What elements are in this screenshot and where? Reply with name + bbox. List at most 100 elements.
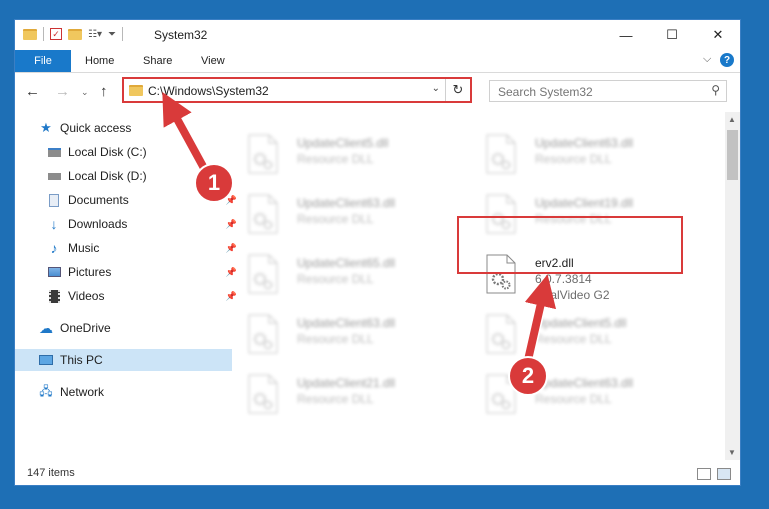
address-dropdown-icon[interactable]: ⌄ [432, 83, 440, 94]
minimize-button[interactable]: — [603, 22, 649, 48]
dll-file-icon [485, 314, 517, 354]
folder-icon [129, 85, 143, 96]
star-icon: ★ [40, 120, 52, 135]
dll-file-icon [247, 194, 279, 234]
scroll-thumb[interactable] [727, 130, 738, 180]
drive-icon [47, 169, 61, 183]
ribbon: File Home Share View ⌵ ? [15, 50, 740, 73]
file-description: Resource DLL [535, 152, 612, 166]
dll-file-icon [247, 314, 279, 354]
expand-ribbon-icon[interactable]: ⌵ [703, 53, 711, 66]
file-name: UpdateClient63.dll [535, 376, 634, 390]
sidebar-item-network[interactable]: 🖧 Network [15, 381, 232, 403]
file-name: UpdateClient5.dll [535, 316, 627, 330]
file-description: Resource DLL [535, 332, 612, 346]
documents-icon [47, 193, 61, 207]
help-icon[interactable]: ? [720, 53, 734, 67]
computer-icon [39, 353, 53, 367]
pictures-icon [47, 265, 61, 279]
scroll-down-icon[interactable]: ▼ [728, 448, 736, 457]
sidebar-item-label: This PC [60, 353, 103, 367]
sidebar-item-label: Music [68, 241, 100, 255]
sidebar-item-local-disk-c[interactable]: Local Disk (C:) [15, 141, 240, 163]
search-icon[interactable]: ⚲ [711, 83, 720, 97]
file-name: UpdateClient63.dll [535, 136, 634, 150]
file-highlight-box [457, 216, 683, 274]
sidebar-item-downloads[interactable]: ↓ Downloads 📌 [15, 213, 240, 235]
videos-icon [47, 289, 61, 303]
properties-icon[interactable]: ✓ [50, 28, 62, 40]
close-button[interactable]: ✕ [695, 22, 741, 48]
file-name: UpdateClient5.dll [297, 136, 389, 150]
vertical-scrollbar[interactable]: ▲ ▼ [725, 112, 740, 460]
new-folder-icon[interactable] [68, 28, 82, 40]
dll-file-icon [247, 254, 279, 294]
file-name: UpdateClient65.dll [297, 256, 396, 270]
file-description: Resource DLL [535, 392, 612, 406]
sidebar-item-this-pc[interactable]: This PC [15, 349, 232, 371]
up-button[interactable]: ↑ [100, 83, 108, 100]
item-count: 147 items [27, 467, 75, 479]
details-view-icon[interactable] [697, 468, 711, 480]
sidebar-item-label: Pictures [68, 265, 112, 279]
address-bar[interactable]: C:\Windows\System32 ⌄ ↻ [122, 77, 472, 103]
file-company: RealVideo G2 [535, 288, 610, 302]
recent-locations-icon[interactable]: ⌄ [81, 87, 89, 98]
annotation-marker-2: 2 [508, 356, 548, 396]
file-item[interactable]: UpdateClient63.dll Resource DLL [237, 308, 457, 358]
tab-share[interactable]: Share [143, 50, 172, 72]
sidebar-item-quick-access[interactable]: ★ Quick access [15, 117, 232, 139]
drive-icon [47, 145, 61, 159]
sidebar-item-label: OneDrive [60, 321, 111, 335]
refresh-button[interactable]: ↻ [445, 79, 470, 101]
maximize-button[interactable]: ☐ [649, 22, 695, 48]
file-item[interactable]: UpdateClient5.dll Resource DLL [237, 128, 457, 178]
file-list: UpdateClient5.dll Resource DLL UpdateClien… [223, 112, 725, 460]
file-name: UpdateClient19.dll [535, 196, 634, 210]
tab-file[interactable]: File [15, 50, 71, 72]
file-description: Resource DLL [297, 332, 374, 346]
cloud-icon: ☁ [39, 319, 53, 336]
folder-icon [23, 28, 37, 40]
sidebar-item-label: Quick access [60, 121, 132, 135]
sidebar-item-onedrive[interactable]: ☁ OneDrive [15, 317, 232, 339]
file-description: Resource DLL [297, 272, 374, 286]
file-item[interactable]: UpdateClient21.dll Resource DLL [237, 368, 457, 418]
download-icon: ↓ [50, 216, 58, 232]
file-description: 6.0.7.3814 [535, 272, 592, 286]
file-item[interactable]: UpdateClient5.dll Resource DLL [475, 308, 695, 358]
file-description: Resource DLL [297, 212, 374, 226]
back-button[interactable]: ← [25, 83, 40, 100]
sidebar-item-pictures[interactable]: Pictures 📌 [15, 261, 240, 283]
sidebar-item-label: Downloads [68, 217, 128, 231]
search-box[interactable]: ⚲ [489, 80, 727, 102]
toolbar-divider [43, 27, 44, 41]
dropdown-icon[interactable]: ⏷ [108, 29, 116, 40]
network-icon: 🖧 [39, 383, 53, 398]
toolbar-divider [121, 27, 123, 41]
file-name: UpdateClient63.dll [297, 196, 396, 210]
large-icons-view-icon[interactable] [717, 468, 731, 480]
forward-button[interactable]: → [55, 83, 70, 100]
file-item[interactable]: UpdateClient65.dll Resource DLL [237, 248, 457, 298]
sidebar-item-music[interactable]: ♪ Music 📌 [15, 237, 240, 259]
file-item[interactable]: UpdateClient63.dll Resource DLL [237, 188, 457, 238]
tab-home[interactable]: Home [85, 50, 114, 72]
sidebar-item-label: Videos [68, 289, 105, 303]
file-name: UpdateClient21.dll [297, 376, 396, 390]
address-path[interactable]: C:\Windows\System32 [148, 84, 269, 98]
dll-file-icon [247, 374, 279, 414]
quick-access-toolbar: ✓ ☷▾ ⏷ [23, 27, 129, 41]
scroll-up-icon[interactable]: ▲ [728, 115, 736, 124]
navigation-pane: ★ Quick access Local Disk (C:) Local Dis… [15, 115, 237, 455]
file-item[interactable]: UpdateClient63.dll Resource DLL [475, 128, 695, 178]
customize-toolbar-icon[interactable]: ☷▾ [88, 29, 102, 40]
sidebar-item-label: Local Disk (C:) [68, 145, 147, 159]
sidebar-item-label: Documents [68, 193, 129, 207]
tab-view[interactable]: View [201, 50, 225, 72]
title-bar: ✓ ☷▾ ⏷ System32 — ☐ ✕ [15, 20, 740, 50]
music-icon: ♪ [50, 240, 58, 256]
file-name: UpdateClient63.dll [297, 316, 396, 330]
sidebar-item-videos[interactable]: Videos 📌 [15, 285, 240, 307]
search-input[interactable] [496, 82, 700, 102]
